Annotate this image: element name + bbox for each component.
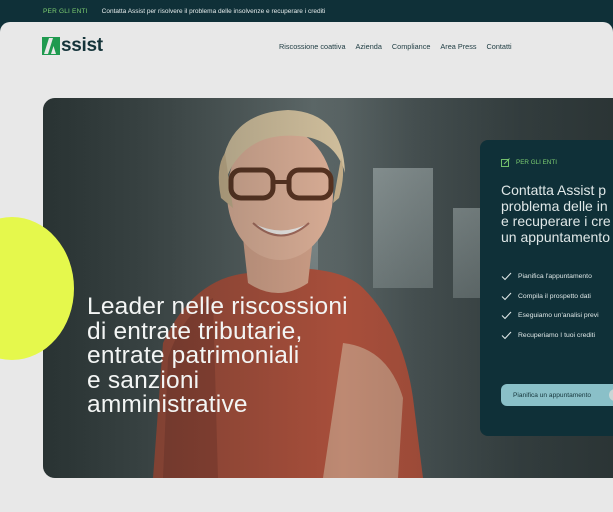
steps-list: Pianifica l'appuntamento Compila il pros…	[501, 267, 613, 345]
step-label: Compila il prospetto dati	[518, 292, 591, 300]
card-title-line: problema delle in	[501, 197, 608, 214]
top-announcement-bar: PER GLI ENTI Contatta Assist per risolve…	[0, 0, 613, 22]
toggle-dot-icon	[609, 389, 613, 401]
nav-item-contatti[interactable]: Contatti	[487, 42, 512, 51]
step-item: Eseguiamo un'analisi previ	[501, 306, 613, 326]
step-item: Compila il prospetto dati	[501, 287, 613, 307]
logo-mark-icon	[42, 37, 60, 55]
contact-card: PER GLI ENTI Contatta Assist p problema …	[480, 140, 613, 436]
logo[interactable]: ssist	[42, 35, 103, 56]
logo-wordmark: ssist	[61, 35, 103, 56]
step-item: Recuperiamo I tuoi crediti	[501, 326, 613, 346]
schedule-appointment-button[interactable]: Pianifica un appuntamento	[501, 384, 613, 406]
announcement-tag[interactable]: PER GLI ENTI	[43, 8, 88, 15]
checkmark-icon	[501, 331, 512, 340]
headline-line: amministrative	[87, 391, 248, 418]
nav-item-area-press[interactable]: Area Press	[440, 42, 476, 51]
main-nav: Riscossione coattiva Azienda Compliance …	[279, 42, 512, 51]
card-title-line: e recuperare i cre	[501, 213, 611, 229]
nav-item-riscossione[interactable]: Riscossione coattiva	[279, 42, 346, 51]
edit-icon	[501, 158, 510, 167]
step-label: Eseguiamo un'analisi previ	[518, 312, 599, 320]
card-title: Contatta Assist p problema delle in e re…	[501, 182, 613, 245]
step-label: Recuperiamo I tuoi crediti	[518, 331, 596, 339]
headline-line: Leader nelle riscossioni	[87, 293, 348, 320]
step-label: Pianifica l'appuntamento	[518, 273, 592, 281]
card-title-line: Contatta Assist p	[501, 182, 607, 198]
lime-circle	[0, 217, 74, 360]
page: ssist Riscossione coattiva Azienda Compl…	[0, 22, 613, 512]
next-arrow-button[interactable]	[0, 217, 74, 360]
checkmark-icon	[501, 292, 512, 301]
card-tag-label: PER GLI ENTI	[516, 159, 557, 166]
headline-line: entrate patrimoniali	[87, 342, 300, 369]
headline-line: di entrate tributarie,	[87, 317, 303, 345]
headline-line: e sanzioni	[87, 366, 200, 394]
nav-item-azienda[interactable]: Azienda	[356, 42, 382, 51]
checkmark-icon	[501, 272, 512, 281]
hero-headline: Leader nelle riscossioni di entrate trib…	[87, 293, 407, 418]
announcement-message[interactable]: Contatta Assist per risolvere il problem…	[102, 8, 326, 15]
nav-item-compliance[interactable]: Compliance	[392, 42, 431, 51]
cta-label: Pianifica un appuntamento	[513, 391, 592, 399]
step-item: Pianifica l'appuntamento	[501, 267, 613, 287]
card-tag: PER GLI ENTI	[501, 158, 613, 167]
card-title-line: un appuntamento	[501, 228, 610, 245]
checkmark-icon	[501, 311, 512, 320]
